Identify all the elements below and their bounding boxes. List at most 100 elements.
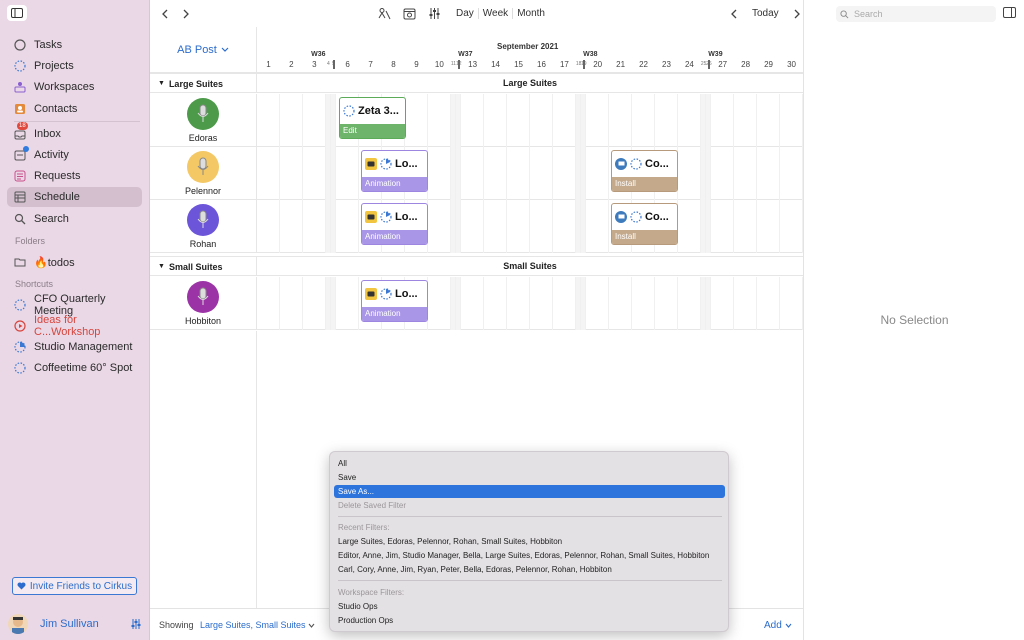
day-cell[interactable] [484,147,508,200]
menu-item-workspace-filter[interactable]: Studio Ops [334,600,725,613]
event-card[interactable]: Co... Install [611,203,678,245]
day-cell[interactable] [507,200,530,253]
section-collapse-toggle[interactable]: ▼ Small Suites [150,257,257,276]
day-cell[interactable] [632,277,656,330]
filter-sliders-button[interactable] [427,6,441,21]
day-cell[interactable] [734,94,758,147]
day-cell[interactable] [780,200,803,253]
view-week-button[interactable]: Week [479,5,512,22]
day-cell[interactable] [257,277,280,330]
day-cell[interactable] [780,147,803,200]
day-cell[interactable] [757,277,781,330]
day-cell[interactable] [586,147,610,200]
day-cell[interactable] [711,94,735,147]
calendar-search-button[interactable] [402,6,416,21]
day-cell[interactable] [530,147,553,200]
inspector-search-input[interactable]: Search [836,6,996,22]
day-cell[interactable] [586,277,610,330]
shortcut-item[interactable]: Ideas for C...Workshop [7,314,142,338]
sidebar-item-schedule[interactable]: Schedule [7,187,142,207]
resource-group-selector[interactable]: AB Post [150,27,257,73]
event-card[interactable]: Zeta 3... Edit [339,97,406,139]
resource-cell[interactable]: Edoras [150,94,257,147]
forward-button[interactable] [180,6,192,21]
day-cell[interactable] [678,94,701,147]
day-cell[interactable] [609,94,633,147]
today-button[interactable]: Today [746,8,785,19]
day-cell[interactable] [303,147,326,200]
day-cell[interactable] [530,94,553,147]
day-cell[interactable] [428,147,451,200]
menu-item-save[interactable]: Save [334,471,725,484]
folder-item-todos[interactable]: 🔥todos [7,252,142,272]
day-cell[interactable] [405,94,428,147]
day-cell[interactable] [280,94,303,147]
day-cell[interactable] [609,277,633,330]
invite-friends-button[interactable]: Invite Friends to Cirkus [12,577,137,595]
day-cell[interactable] [257,200,280,253]
day-cell[interactable] [461,147,485,200]
day-cell[interactable] [484,200,508,253]
day-cell[interactable] [711,200,735,253]
menu-item-recent-filter[interactable]: Carl, Cory, Anne, Jim, Ryan, Peter, Bell… [334,563,725,576]
event-card[interactable]: Co... Install [611,150,678,192]
sidebar-item-workspaces[interactable]: Workspaces [7,77,142,97]
day-cell[interactable] [280,147,303,200]
day-cell[interactable] [484,277,508,330]
day-cell[interactable] [678,277,701,330]
sliders-icon[interactable] [130,618,142,630]
day-cell[interactable] [461,200,485,253]
assign-button[interactable] [377,6,391,21]
day-cell[interactable] [530,277,553,330]
day-cell[interactable] [461,277,485,330]
day-cell[interactable] [507,94,530,147]
event-card[interactable]: Lo... Animation [361,150,428,192]
day-cell[interactable] [780,94,803,147]
sidebar-item-inbox[interactable]: 18 Inbox [7,121,142,144]
sidebar-item-requests[interactable]: Requests [7,166,142,186]
menu-item-recent-filter[interactable]: Editor, Anne, Jim, Studio Manager, Bella… [334,549,725,562]
day-cell[interactable] [484,94,508,147]
day-cell[interactable] [336,277,360,330]
resource-timeline[interactable] [257,200,803,253]
day-cell[interactable] [257,147,280,200]
day-cell[interactable] [303,94,326,147]
shortcut-item[interactable]: Studio Management [7,337,142,357]
resource-cell[interactable]: Hobbiton [150,277,257,330]
event-card[interactable]: Lo... Animation [361,203,428,245]
menu-item-all[interactable]: All [334,457,725,470]
day-cell[interactable] [734,200,758,253]
day-cell[interactable] [711,277,735,330]
day-cell[interactable] [280,277,303,330]
view-day-button[interactable]: Day [452,5,478,22]
user-name[interactable]: Jim Sullivan [40,618,99,630]
sidebar-item-activity[interactable]: Activity [7,145,142,165]
day-cell[interactable] [586,94,610,147]
day-cell[interactable] [711,147,735,200]
menu-item-workspace-filter[interactable]: Production Ops [334,614,725,627]
view-month-button[interactable]: Month [513,5,549,22]
day-cell[interactable] [553,200,576,253]
day-cell[interactable] [757,200,781,253]
day-cell[interactable] [507,147,530,200]
resource-timeline[interactable] [257,147,803,200]
day-cell[interactable] [757,147,781,200]
day-cell[interactable] [553,147,576,200]
day-cell[interactable] [428,94,451,147]
shortcut-item[interactable]: CFO Quarterly Meeting [7,293,142,317]
day-cell[interactable] [428,200,451,253]
resource-cell[interactable]: Pelennor [150,147,257,200]
day-cell[interactable] [461,94,485,147]
day-cell[interactable] [428,277,451,330]
day-cell[interactable] [303,277,326,330]
day-cell[interactable] [553,94,576,147]
day-cell[interactable] [336,200,360,253]
shortcut-item[interactable]: Coffeetime 60° Spot [7,358,142,378]
sidebar-item-tasks[interactable]: Tasks [7,35,142,55]
day-cell[interactable] [780,277,803,330]
day-cell[interactable] [553,277,576,330]
day-cell[interactable] [507,277,530,330]
menu-item-save-as[interactable]: Save As... [334,485,725,498]
sidebar-toggle-button[interactable] [7,5,27,21]
previous-period-button[interactable] [722,9,746,19]
